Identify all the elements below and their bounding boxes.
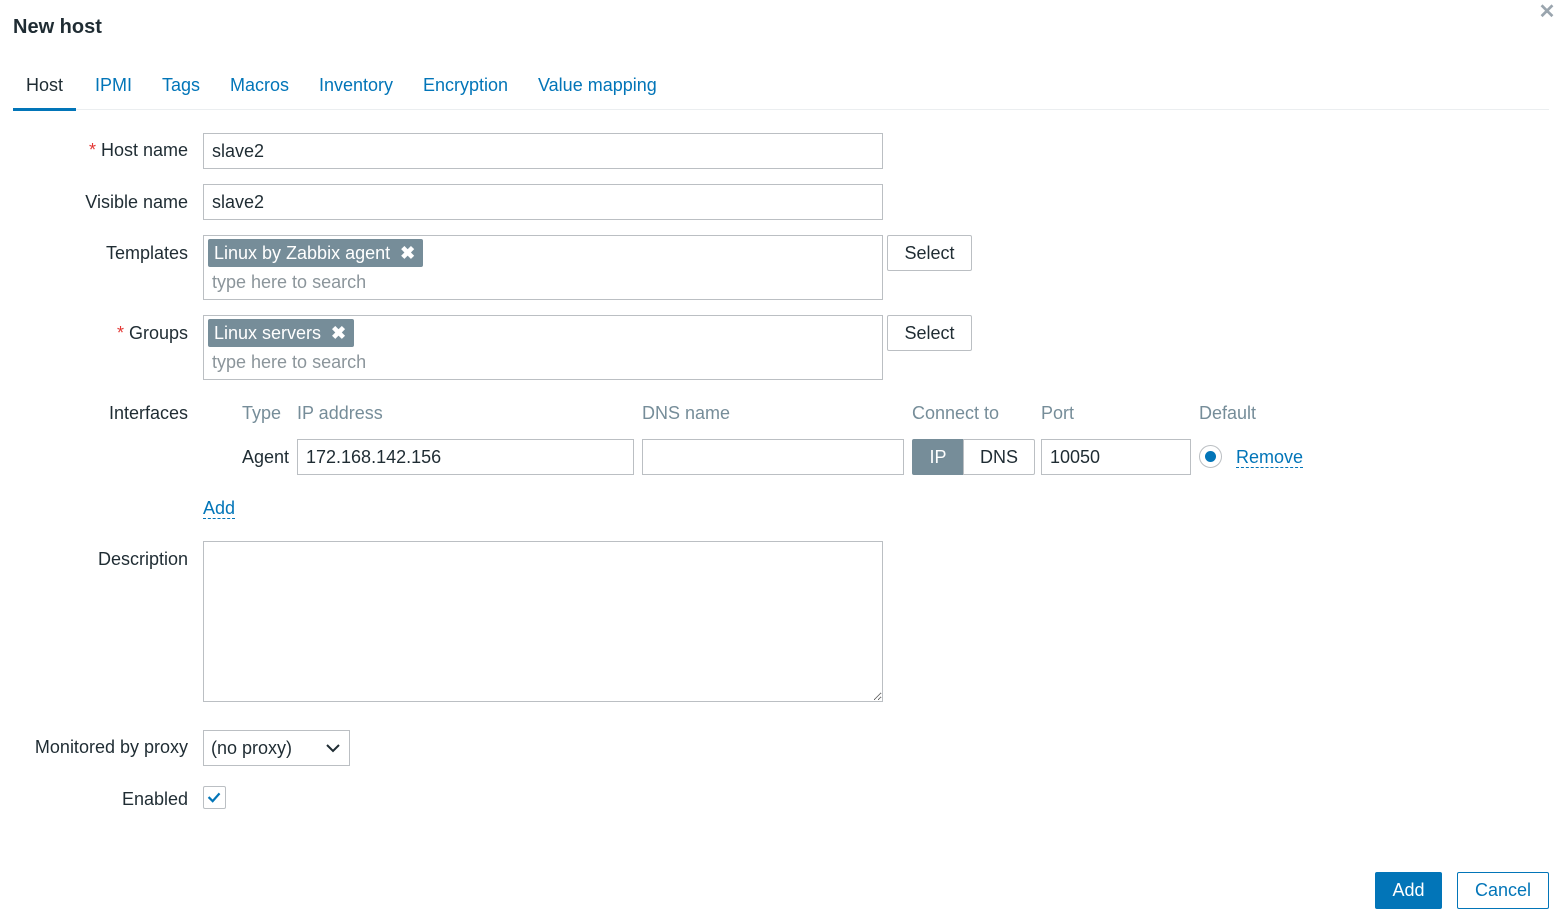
remove-interface-link[interactable]: Remove bbox=[1236, 447, 1304, 468]
groups-multiselect[interactable]: Linux servers ✖ type here to search bbox=[203, 315, 883, 380]
tab-host[interactable]: Host bbox=[13, 75, 77, 111]
tab-ipmi[interactable]: IPMI bbox=[95, 75, 132, 108]
remove-chip-icon[interactable]: ✖ bbox=[331, 323, 346, 343]
description-label: Description bbox=[97, 549, 188, 569]
iface-dns-input[interactable] bbox=[642, 439, 904, 475]
groups-label-text: Groups bbox=[128, 323, 188, 343]
iface-type: Agent bbox=[242, 447, 290, 467]
tab-encryption[interactable]: Encryption bbox=[423, 75, 508, 108]
host-name-input[interactable]: slave2 bbox=[203, 133, 883, 169]
visible-name-input[interactable]: slave2 bbox=[203, 184, 883, 220]
templates-multiselect[interactable]: Linux by Zabbix agent ✖ type here to sear… bbox=[203, 235, 883, 300]
cancel-button[interactable]: Cancel bbox=[1457, 872, 1549, 909]
groups-search-input[interactable]: type here to search bbox=[212, 352, 366, 373]
templates-label: Templates bbox=[105, 243, 188, 263]
dialog-title: New host bbox=[13, 16, 102, 38]
template-chip-label: Linux by Zabbix agent bbox=[214, 243, 391, 263]
groups-select-button[interactable]: Select bbox=[887, 315, 972, 351]
groups-label: * Groups bbox=[117, 323, 188, 344]
add-interface-link[interactable]: Add bbox=[203, 498, 236, 519]
template-chip: Linux by Zabbix agent ✖ bbox=[208, 239, 424, 267]
enabled-checkbox[interactable] bbox=[203, 786, 226, 809]
tab-value-mapping[interactable]: Value mapping bbox=[538, 75, 657, 108]
check-icon bbox=[207, 792, 221, 803]
templates-select-button[interactable]: Select bbox=[887, 235, 972, 271]
host-name-label: * Host name bbox=[89, 140, 188, 161]
iface-header-dns: DNS name bbox=[642, 403, 731, 423]
iface-header-type: Type bbox=[242, 403, 282, 423]
connect-ip-button[interactable]: IP bbox=[912, 439, 964, 475]
tab-macros[interactable]: Macros bbox=[230, 75, 289, 108]
host-name-label-text: Host name bbox=[100, 140, 188, 160]
proxy-select-value: (no proxy) bbox=[211, 738, 293, 758]
close-icon[interactable]: ✕ bbox=[1537, 2, 1557, 22]
tab-tags[interactable]: Tags bbox=[162, 75, 200, 108]
tab-inventory[interactable]: Inventory bbox=[319, 75, 393, 108]
proxy-label: Monitored by proxy bbox=[34, 737, 188, 757]
iface-port-input[interactable]: 10050 bbox=[1041, 439, 1191, 475]
templates-search-input[interactable]: type here to search bbox=[212, 272, 366, 293]
interfaces-label: Interfaces bbox=[108, 403, 188, 423]
enabled-label: Enabled bbox=[121, 789, 188, 809]
group-chip-label: Linux servers bbox=[214, 323, 322, 343]
tab-bar: Host IPMI Tags Macros Inventory Encrypti… bbox=[13, 62, 1549, 111]
proxy-select[interactable]: (no proxy) bbox=[203, 730, 350, 766]
radio-dot bbox=[1205, 451, 1216, 462]
connect-dns-button[interactable]: DNS bbox=[963, 439, 1035, 475]
default-radio[interactable] bbox=[1199, 445, 1222, 468]
visible-name-label: Visible name bbox=[85, 192, 188, 212]
chevron-down-icon bbox=[326, 744, 340, 753]
required-mark: * bbox=[88, 140, 96, 160]
group-chip: Linux servers ✖ bbox=[208, 319, 355, 347]
remove-chip-icon[interactable]: ✖ bbox=[400, 243, 415, 263]
required-mark: * bbox=[116, 323, 124, 343]
iface-header-connect: Connect to bbox=[912, 403, 1000, 423]
iface-header-default: Default bbox=[1199, 403, 1257, 423]
description-textarea[interactable] bbox=[203, 541, 883, 702]
iface-ip-input[interactable]: 172.168.142.156 bbox=[297, 439, 634, 475]
iface-header-port: Port bbox=[1041, 403, 1075, 423]
add-button[interactable]: Add bbox=[1375, 872, 1442, 909]
iface-header-ip: IP address bbox=[297, 403, 383, 423]
